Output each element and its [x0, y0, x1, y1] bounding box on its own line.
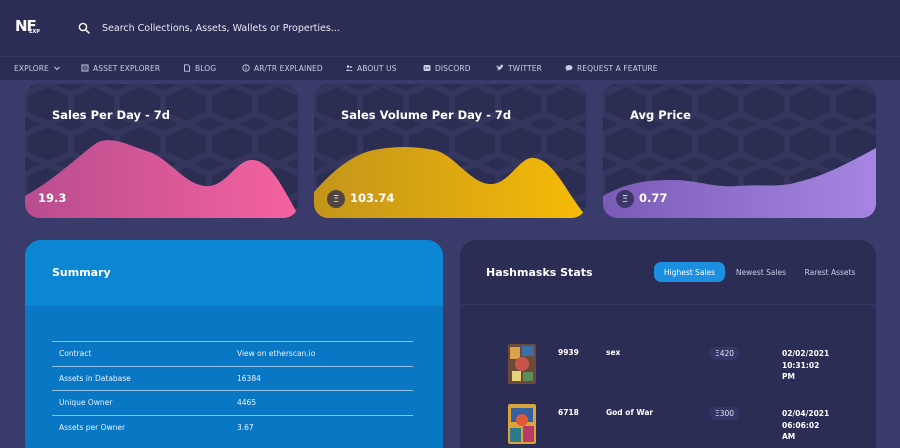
tab-rarest-assets[interactable]: Rarest Assets: [797, 262, 863, 282]
nav-label: AR/TR EXPLAINED: [254, 63, 323, 73]
card-avg-price: Avg Price Ξ 0.77: [603, 84, 876, 218]
chevron-down-icon: [54, 66, 60, 71]
nav-item-request-feature[interactable]: REQUEST A FEATURE: [565, 57, 658, 79]
top-bar: NF EXP: [0, 0, 900, 56]
sale-price: Ξ420: [710, 347, 740, 360]
stats-panel: Hashmasks Stats Highest Sales Newest Sal…: [460, 240, 876, 448]
hashmask-artwork-image: [508, 404, 536, 444]
summary-row-assets-per-owner: Assets per Owner 3.67: [52, 414, 413, 440]
card-title: Sales Volume Per Day - 7d: [341, 108, 512, 122]
nav-item-about-us[interactable]: ABOUT US: [345, 57, 397, 79]
nav-item-explore[interactable]: EXPLORE: [14, 57, 61, 79]
ethereum-icon: Ξ: [327, 190, 345, 208]
people-icon: [345, 65, 353, 71]
book-icon: [81, 64, 89, 72]
summary-label: Contract: [59, 349, 92, 359]
search-input[interactable]: [102, 18, 502, 38]
document-icon: [184, 64, 190, 72]
nav-label: DISCORD: [435, 63, 471, 73]
nav-item-asset-explorer[interactable]: ASSET EXPLORER: [81, 57, 160, 79]
nav-label: TWITTER: [508, 63, 542, 73]
sale-price: Ξ300: [710, 407, 740, 420]
nav-item-discord[interactable]: DISCORD: [423, 57, 471, 79]
summary-row-unique-owner: Unique Owner 4465: [52, 390, 413, 415]
twitter-icon: [496, 64, 504, 71]
logo[interactable]: NF EXP: [15, 17, 41, 39]
sale-asset-name: sex: [606, 348, 621, 357]
sale-date-line: 06:06:02: [782, 420, 820, 430]
nav-label: EXPLORE: [14, 63, 49, 73]
discord-icon: [423, 65, 431, 71]
nav-label: ASSET EXPLORER: [93, 63, 161, 73]
chat-icon: [565, 65, 573, 72]
sale-row[interactable]: 9939 sex Ξ420 02/02/2021 10:31:02 PM: [460, 344, 876, 394]
summary-label: Assets in Database: [59, 373, 131, 383]
nav-label: REQUEST A FEATURE: [577, 63, 658, 73]
stats-divider: [460, 304, 876, 305]
card-value: 0.77: [639, 191, 668, 205]
summary-header: Summary: [25, 240, 443, 306]
sale-row[interactable]: 6718 God of War Ξ300 02/04/2021 06:06:02…: [460, 404, 876, 448]
summary-label: Unique Owner: [59, 398, 113, 408]
sale-date: 02/02/2021 10:31:02 PM: [782, 348, 829, 383]
ethereum-icon: Ξ: [616, 190, 634, 208]
summary-label: Assets per Owner: [59, 422, 126, 432]
sale-date-line: 02/04/2021: [782, 409, 830, 418]
sale-asset-id: 6718: [558, 408, 579, 417]
summary-value: 4465: [237, 398, 257, 408]
card-sales-volume: Sales Volume Per Day - 7d Ξ 103.74: [314, 84, 586, 218]
summary-value: 3.67: [237, 422, 254, 432]
card-value: 103.74: [350, 191, 395, 205]
logo-subtext: EXP: [29, 29, 40, 35]
nav-item-blog[interactable]: BLOG: [183, 57, 216, 79]
summary-row-assets: Assets in Database 16384: [52, 365, 413, 391]
sale-date-line: AM: [782, 432, 796, 441]
tab-newest-sales[interactable]: Newest Sales: [728, 262, 794, 282]
sale-asset-name: God of War: [606, 408, 654, 417]
card-sales-per-day: Sales Per Day - 7d 19.3: [25, 84, 298, 218]
nav-label: BLOG: [195, 63, 217, 73]
stats-title: Hashmasks Stats: [486, 266, 593, 279]
summary-row-contract: Contract View on etherscan.io: [52, 341, 413, 366]
summary-table: Contract View on etherscan.io Assets in …: [52, 341, 413, 439]
sale-date-line: 02/02/2021: [782, 349, 830, 358]
asset-thumbnail[interactable]: [508, 404, 536, 444]
nav-item-twitter[interactable]: TWITTER: [496, 57, 542, 79]
hashmask-artwork-image: [508, 344, 536, 384]
nav-label: ABOUT US: [357, 63, 397, 73]
sale-date: 02/04/2021 06:06:02 AM: [782, 408, 829, 443]
etherscan-link[interactable]: View on etherscan.io: [237, 349, 413, 358]
summary-value: 16384: [237, 373, 261, 383]
asset-thumbnail[interactable]: [508, 344, 536, 384]
info-icon: [242, 64, 250, 72]
nav-bar: EXPLORE ASSET EXPLORER BLOG AR/TR EXPLAI…: [0, 56, 900, 80]
sale-date-line: 10:31:02: [782, 360, 820, 370]
card-title: Sales Per Day - 7d: [52, 108, 170, 122]
search-icon[interactable]: [78, 22, 90, 34]
card-title: Avg Price: [630, 108, 691, 122]
card-value: 19.3: [38, 191, 67, 205]
tab-highest-sales[interactable]: Highest Sales: [654, 262, 725, 282]
nav-item-artr-explained[interactable]: AR/TR EXPLAINED: [242, 57, 323, 79]
summary-title: Summary: [52, 266, 111, 279]
sale-date-line: PM: [782, 372, 795, 381]
sale-asset-id: 9939: [558, 348, 579, 357]
